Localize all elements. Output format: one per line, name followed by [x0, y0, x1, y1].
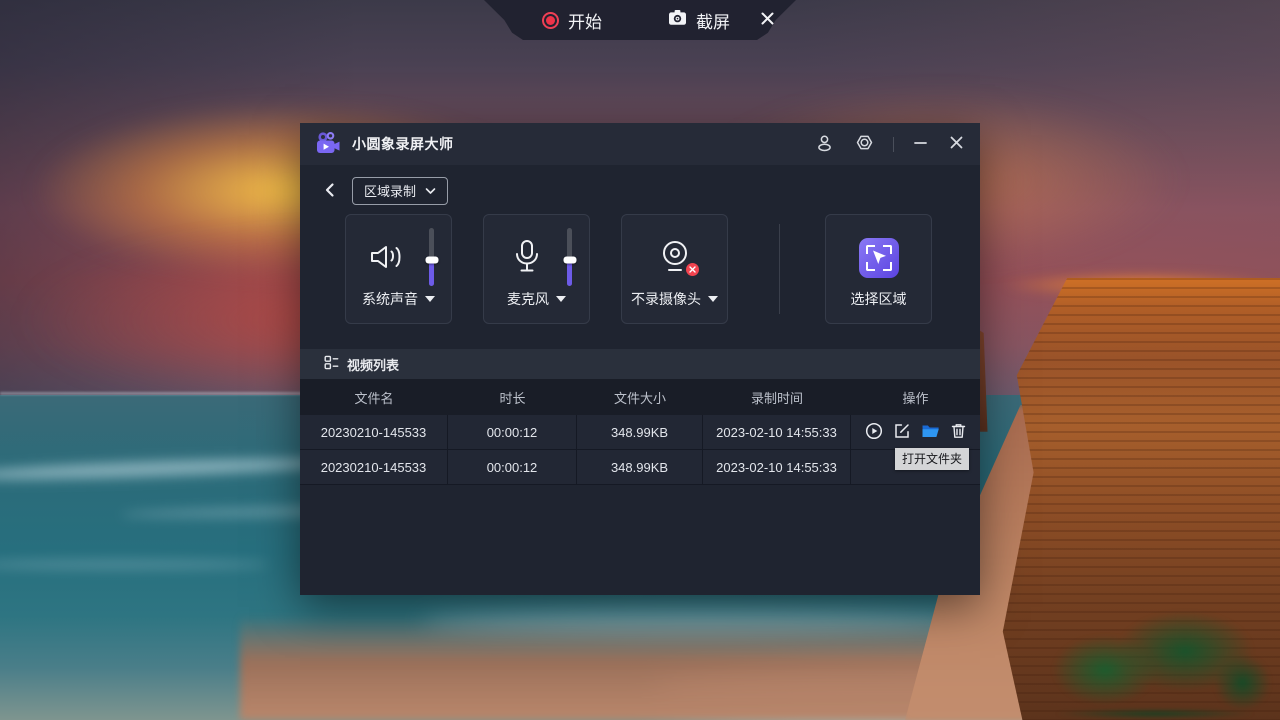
- chevron-left-icon: [322, 181, 338, 202]
- video-list-header: 视频列表: [300, 349, 980, 379]
- microphone-dropdown[interactable]: 麦克风: [484, 289, 589, 309]
- cell-recordtime: 2023-02-10 14:55:33: [703, 415, 851, 449]
- start-label: 开始: [568, 8, 602, 33]
- minimize-icon: [913, 135, 928, 153]
- account-button[interactable]: [813, 132, 836, 157]
- trash-icon: [950, 422, 967, 443]
- list-icon: [324, 355, 339, 373]
- cell-filename: 20230210-145533: [300, 450, 448, 484]
- chevron-down-icon: [425, 183, 436, 198]
- card-label: 不录摄像头: [631, 289, 701, 309]
- column-header-filesize: 文件大小: [577, 379, 703, 415]
- gear-icon: [855, 133, 874, 155]
- window-close-button[interactable]: [947, 133, 966, 155]
- cell-actions: [851, 415, 980, 449]
- cell-duration: 00:00:12: [448, 450, 577, 484]
- edit-icon: [893, 422, 911, 443]
- play-button[interactable]: [864, 421, 884, 444]
- mode-dropdown[interactable]: 区域录制: [352, 177, 448, 205]
- capture-toolbar: 开始 截屏: [484, 0, 796, 40]
- table-row[interactable]: 20230210-145533 00:00:12 348.99KB 2023-0…: [300, 450, 980, 485]
- triangle-down-icon: [556, 296, 566, 302]
- system-volume-slider[interactable]: [429, 228, 434, 286]
- cell-filesize: 348.99KB: [577, 450, 703, 484]
- close-icon: [949, 135, 964, 153]
- play-icon: [865, 422, 883, 443]
- microphone-icon: [512, 239, 542, 278]
- desktop: 开始 截屏: [0, 0, 1280, 720]
- card-label: 麦克风: [507, 289, 549, 309]
- window-title: 小圆象录屏大师: [352, 134, 454, 154]
- cards-divider: [779, 224, 780, 314]
- camera-icon: [668, 9, 687, 31]
- delete-button[interactable]: [949, 421, 968, 444]
- speaker-icon: [368, 241, 406, 276]
- back-button[interactable]: [320, 179, 340, 204]
- table-header-row: 文件名 时长 文件大小 录制时间 操作: [300, 379, 980, 415]
- triangle-down-icon: [425, 296, 435, 302]
- app-window: 小圆象录屏大师: [300, 123, 980, 595]
- open-folder-tooltip: 打开文件夹: [895, 448, 969, 470]
- screenshot-label: 截屏: [696, 8, 730, 33]
- cell-recordtime: 2023-02-10 14:55:33: [703, 450, 851, 484]
- card-label: 系统声音: [362, 289, 418, 309]
- minimize-button[interactable]: [911, 133, 930, 155]
- webcam-dropdown[interactable]: 不录摄像头: [622, 289, 727, 309]
- webcam-off-icon: [658, 239, 692, 278]
- card-microphone[interactable]: 麦克风: [483, 214, 590, 324]
- select-region-icon: [859, 238, 899, 278]
- system-sound-dropdown[interactable]: 系统声音: [346, 289, 451, 309]
- column-header-recordtime: 录制时间: [703, 379, 851, 415]
- card-system-sound[interactable]: 系统声音: [345, 214, 452, 324]
- column-header-actions: 操作: [851, 379, 980, 415]
- column-header-filename: 文件名: [300, 379, 448, 415]
- wallpaper-vegetation: [1030, 595, 1280, 720]
- user-icon: [815, 134, 834, 155]
- cell-duration: 00:00:12: [448, 415, 577, 449]
- column-header-duration: 时长: [448, 379, 577, 415]
- cell-filesize: 348.99KB: [577, 415, 703, 449]
- table-row[interactable]: 20230210-145533 00:00:12 348.99KB 2023-0…: [300, 415, 980, 450]
- titlebar: 小圆象录屏大师: [300, 123, 980, 165]
- edit-button[interactable]: [892, 421, 912, 444]
- mode-toolbar: 区域录制: [320, 177, 448, 205]
- folder-icon: [921, 423, 940, 442]
- titlebar-divider: [893, 137, 894, 152]
- cell-filename: 20230210-145533: [300, 415, 448, 449]
- settings-button[interactable]: [853, 131, 876, 157]
- start-recording-button[interactable]: 开始: [542, 0, 602, 40]
- screenshot-button[interactable]: 截屏: [668, 0, 730, 40]
- record-icon: [542, 12, 559, 29]
- open-folder-button[interactable]: [920, 422, 941, 443]
- card-label: 选择区域: [851, 289, 907, 309]
- triangle-down-icon: [708, 296, 718, 302]
- mode-dropdown-value: 区域录制: [364, 181, 416, 200]
- disabled-badge-icon: [686, 263, 699, 276]
- card-select-region[interactable]: 选择区域: [825, 214, 932, 324]
- app-logo-icon: [314, 130, 342, 159]
- card-webcam[interactable]: 不录摄像头: [621, 214, 728, 324]
- microphone-volume-slider[interactable]: [567, 228, 572, 286]
- video-list-title: 视频列表: [347, 355, 399, 374]
